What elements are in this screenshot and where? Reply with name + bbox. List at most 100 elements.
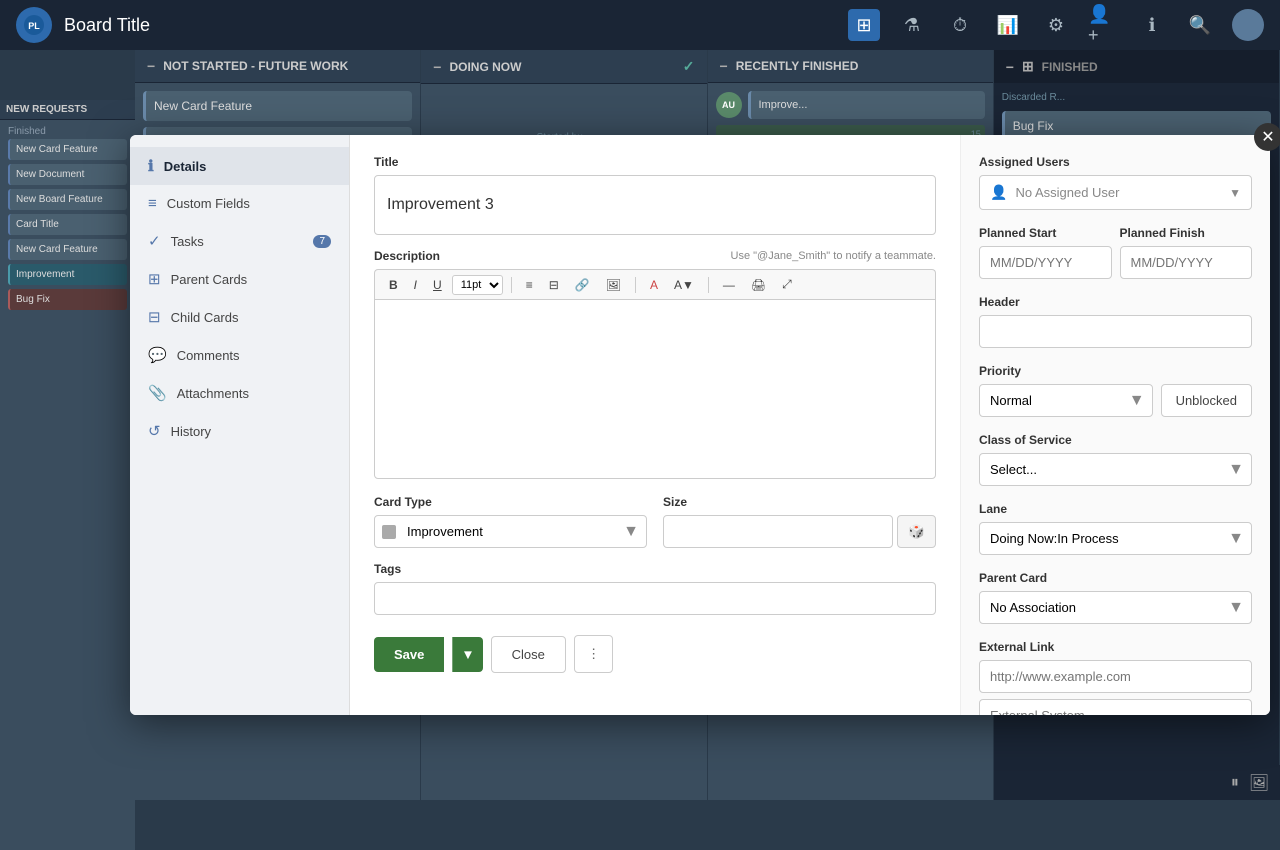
list-item[interactable]: Improvement xyxy=(8,264,127,285)
fullscreen-button[interactable]: ⤢ xyxy=(776,274,798,295)
custom-fields-icon: ≡ xyxy=(148,195,157,212)
divider-button[interactable]: — xyxy=(717,275,741,295)
list-item[interactable]: New Board Feature xyxy=(8,189,127,210)
parent-card-label: Parent Card xyxy=(979,571,1252,585)
grid-icon[interactable]: ⊞ xyxy=(1022,58,1034,75)
info-icon[interactable]: ℹ xyxy=(1136,9,1168,41)
sidebar-item-parent-cards[interactable]: ⊞ Parent Cards xyxy=(130,260,349,298)
app-logo[interactable]: PL xyxy=(16,7,52,43)
list-item[interactable]: New Card Feature xyxy=(8,239,127,260)
title-input[interactable] xyxy=(374,175,936,235)
bold-button[interactable]: B xyxy=(383,275,404,295)
assigned-users-section: Assigned Users 👤 No Assigned User ▼ xyxy=(979,155,1252,210)
size-input[interactable] xyxy=(663,515,893,548)
class-of-service-select[interactable]: Select... xyxy=(979,453,1252,486)
font-color-button[interactable]: A xyxy=(644,275,664,295)
board-view-icon[interactable]: ⊞ xyxy=(848,9,880,41)
bullet-list-button[interactable]: ≡ xyxy=(520,275,539,295)
date-row: Planned Start Planned Finish xyxy=(979,226,1252,279)
save-button[interactable]: Save xyxy=(374,637,444,672)
filter-icon[interactable]: ⚗ xyxy=(896,9,928,41)
highlight-button[interactable]: A▼ xyxy=(668,275,700,295)
title-label: Title xyxy=(374,155,936,169)
chart-icon[interactable]: 📊 xyxy=(992,9,1024,41)
external-link-system-input[interactable] xyxy=(979,699,1252,715)
more-options-button[interactable]: ⋮ xyxy=(574,635,613,673)
tags-input[interactable] xyxy=(374,582,936,615)
lane-select[interactable]: Doing Now:In Process xyxy=(979,522,1252,555)
board-card[interactable]: New Card Feature xyxy=(143,91,412,121)
sidebar-item-child-cards[interactable]: ⊟ Child Cards xyxy=(130,298,349,336)
close-button[interactable]: Close xyxy=(491,636,566,673)
separator xyxy=(511,277,512,293)
save-dropdown-button[interactable]: ▼ xyxy=(452,637,482,672)
planned-start-input[interactable] xyxy=(979,246,1112,279)
board-title: Board Title xyxy=(64,15,836,36)
external-link-section: External Link xyxy=(979,640,1252,715)
list-item[interactable]: Card Title xyxy=(8,214,127,235)
board-area: New Requests Finished New Card Feature N… xyxy=(0,50,1280,800)
settings-icon[interactable]: ⚙ xyxy=(1040,9,1072,41)
details-icon: ℹ xyxy=(148,157,154,175)
card-type-select[interactable]: Improvement xyxy=(374,515,647,548)
separator xyxy=(635,277,636,293)
dropdown-arrow-icon: ▼ xyxy=(1229,186,1241,200)
action-row: Save ▼ Close ⋮ xyxy=(374,635,936,673)
tags-section: Tags xyxy=(374,562,936,615)
comments-icon: 💬 xyxy=(148,346,167,364)
header-input[interactable] xyxy=(979,315,1252,348)
sidebar-item-custom-fields[interactable]: ≡ Custom Fields xyxy=(130,185,349,222)
sidebar-item-tasks[interactable]: ✓ Tasks 7 xyxy=(130,222,349,260)
modal-close-button[interactable]: ✕ xyxy=(1254,123,1280,151)
priority-select-wrap: Normal Critical High Low ▼ xyxy=(979,384,1153,417)
attachments-icon: 📎 xyxy=(148,384,167,402)
description-editor[interactable] xyxy=(374,299,936,479)
blocked-toggle-button[interactable]: Unblocked xyxy=(1161,384,1252,417)
list-item[interactable]: New Card Feature xyxy=(8,139,127,160)
font-size-select[interactable]: 11pt xyxy=(452,275,503,295)
external-link-url-input[interactable] xyxy=(979,660,1252,693)
print-button[interactable]: 🖨 xyxy=(745,275,772,295)
collapse-icon[interactable]: − xyxy=(720,58,728,74)
sidebar-item-history[interactable]: ↺ History xyxy=(130,412,349,450)
collapse-icon[interactable]: − xyxy=(1006,59,1014,75)
priority-select[interactable]: Normal Critical High Low xyxy=(979,384,1153,417)
collapse-icon[interactable]: − xyxy=(433,59,441,75)
parent-card-select[interactable]: No Association xyxy=(979,591,1252,624)
time-icon[interactable]: ⏱ xyxy=(944,9,976,41)
italic-button[interactable]: I xyxy=(408,275,423,295)
column-card-area: AU Improve... xyxy=(716,91,985,119)
add-user-icon[interactable]: 👤+ xyxy=(1088,9,1120,41)
sidebar-item-details[interactable]: ℹ Details xyxy=(130,147,349,185)
list-item[interactable]: New Document xyxy=(8,164,127,185)
sidebar-item-attachments[interactable]: 📎 Attachments xyxy=(130,374,349,412)
link-button[interactable]: 🔗 xyxy=(569,275,596,295)
numbered-list-button[interactable]: ⊟ xyxy=(543,275,565,295)
collapse-icon[interactable]: − xyxy=(147,58,155,74)
assigned-users-field[interactable]: 👤 No Assigned User ▼ xyxy=(979,175,1252,210)
board-card[interactable]: Improve... xyxy=(748,91,985,119)
column-header-recently-finished: − RECENTLY FINISHED xyxy=(708,50,993,83)
column-header-not-started: − NOT STARTED - FUTURE WORK xyxy=(135,50,420,83)
separator xyxy=(708,277,709,293)
image-icon[interactable]: 🖼 xyxy=(1249,773,1269,793)
assigned-users-label: Assigned Users xyxy=(979,155,1252,169)
image-button[interactable]: 🖼 xyxy=(600,275,627,295)
planned-finish-input[interactable] xyxy=(1120,246,1253,279)
parent-card-wrap: No Association ▼ xyxy=(979,591,1252,624)
class-of-service-section: Class of Service Select... ▼ xyxy=(979,433,1252,486)
size-field: 🎲 xyxy=(663,515,936,548)
size-dice-button[interactable]: 🎲 xyxy=(897,515,936,548)
underline-button[interactable]: U xyxy=(427,275,448,295)
top-nav: PL Board Title ⊞ ⚗ ⏱ 📊 ⚙ 👤+ ℹ 🔍 xyxy=(0,0,1280,50)
finished-label: Discarded R... xyxy=(1002,92,1271,103)
description-hint: Use "@Jane_Smith" to notify a teammate. xyxy=(731,250,936,262)
left-lane: New Requests Finished New Card Feature N… xyxy=(0,100,135,850)
search-icon[interactable]: 🔍 xyxy=(1184,9,1216,41)
list-item[interactable]: Bug Fix xyxy=(8,289,127,310)
user-avatar[interactable] xyxy=(1232,9,1264,41)
pause-icon[interactable]: ⏸ xyxy=(1231,774,1239,792)
sidebar-item-comments[interactable]: 💬 Comments xyxy=(130,336,349,374)
sidebar-item-label: Comments xyxy=(177,348,240,363)
priority-section: Priority Normal Critical High Low ▼ Unbl… xyxy=(979,364,1252,417)
